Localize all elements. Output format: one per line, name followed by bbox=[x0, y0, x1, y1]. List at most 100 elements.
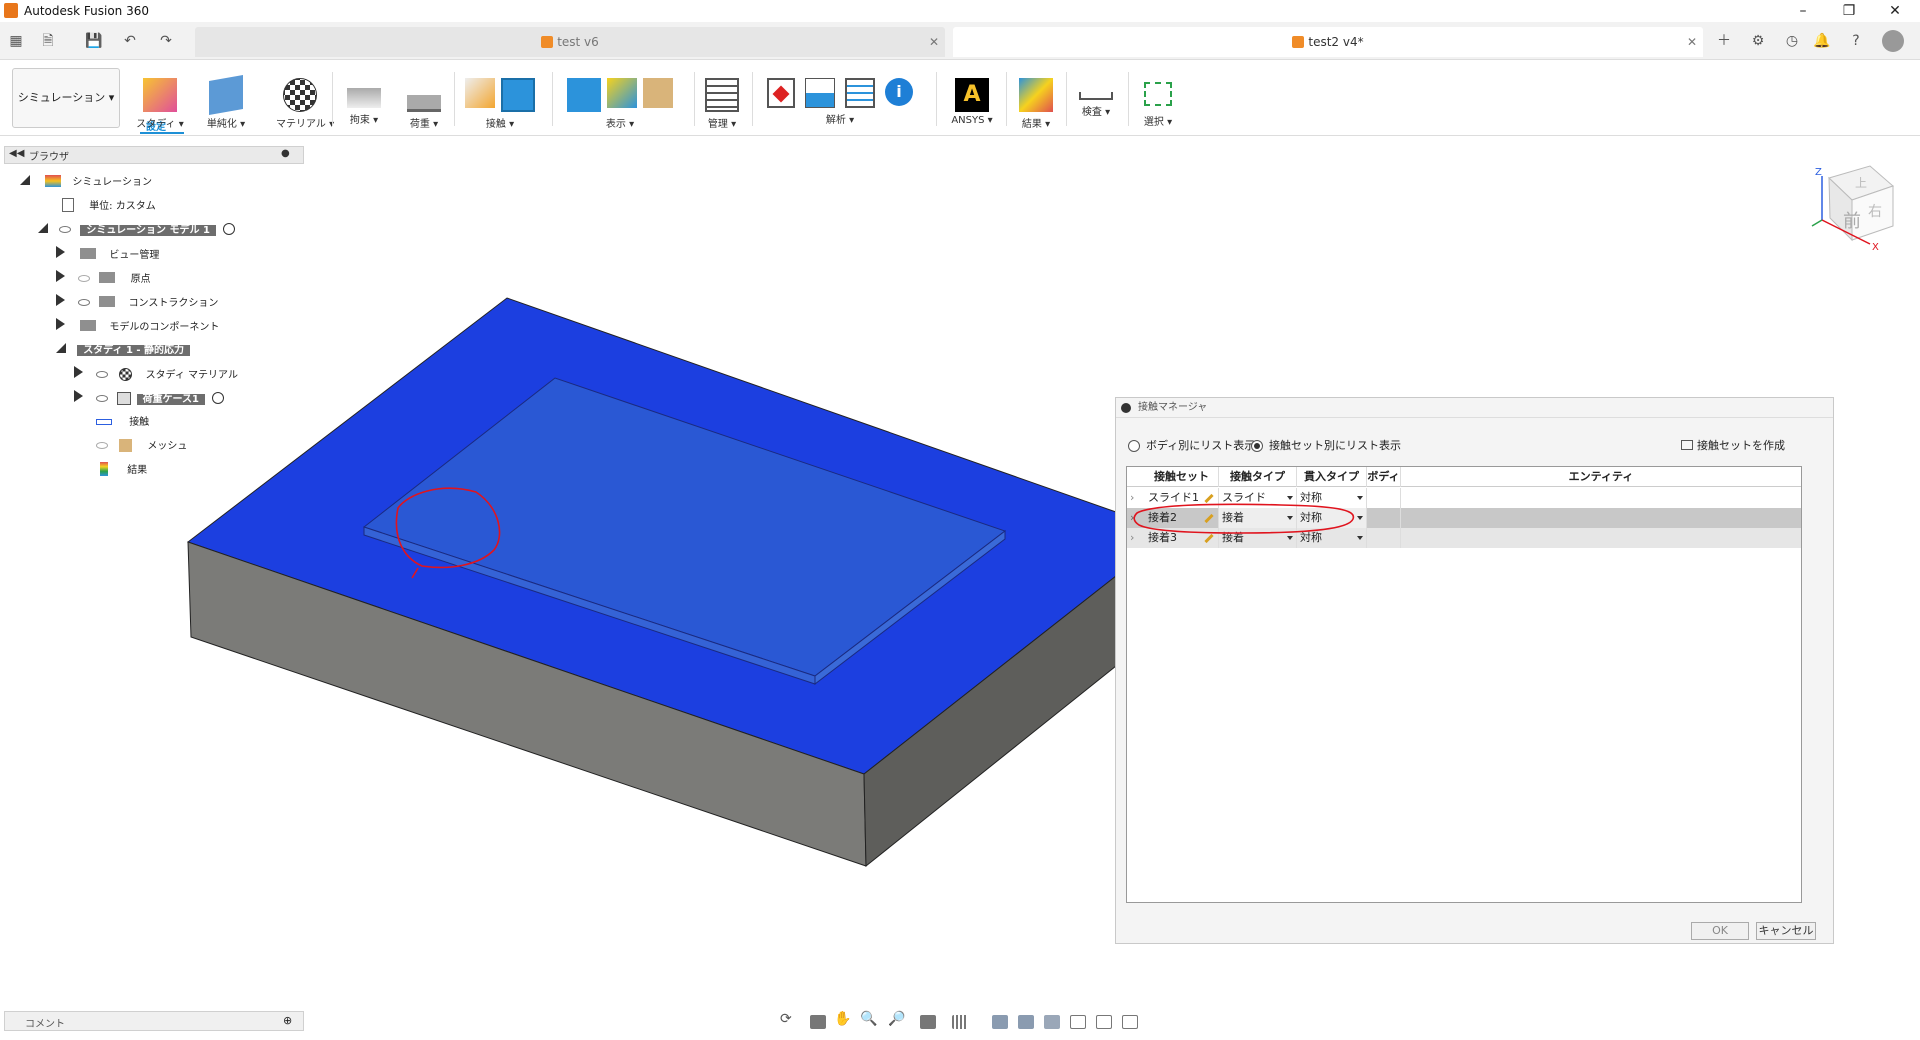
expand-triangle-icon[interactable] bbox=[74, 390, 83, 402]
job-status-icon[interactable]: ◷ bbox=[1780, 30, 1804, 52]
loads-group[interactable]: 荷重 ▾ bbox=[400, 66, 448, 130]
orbit-icon[interactable]: ⟳ bbox=[780, 1011, 796, 1027]
dialog-title[interactable]: 接触マネージャ bbox=[1116, 398, 1833, 418]
tree-node-simulation[interactable]: シミュレーション bbox=[20, 174, 152, 192]
simplify-group[interactable]: 単純化 ▾ bbox=[202, 66, 250, 130]
create-contact-set-button[interactable]: 接触セットを作成 bbox=[1681, 438, 1785, 454]
tree-node-named-views[interactable]: ビュー管理 bbox=[56, 246, 159, 264]
ortho-view-icon[interactable] bbox=[1122, 1015, 1138, 1029]
collapse-triangle-icon[interactable] bbox=[38, 223, 48, 233]
tree-node-construction[interactable]: コンストラクション bbox=[56, 294, 218, 312]
collapse-dialog-icon[interactable] bbox=[1121, 403, 1131, 413]
select-group[interactable]: 選択 ▾ bbox=[1134, 66, 1182, 128]
tree-node-study-materials[interactable]: スタディ マテリアル bbox=[74, 366, 238, 384]
edit-pencil-icon[interactable] bbox=[1204, 493, 1214, 504]
browser-panel-header[interactable]: ◀◀ ブラウザ ● bbox=[4, 146, 304, 164]
comments-panel[interactable]: コメント ⊕ bbox=[4, 1011, 304, 1031]
visibility-eye-icon[interactable] bbox=[78, 299, 91, 306]
expand-triangle-icon[interactable] bbox=[56, 246, 65, 258]
minimize-button[interactable]: – bbox=[1780, 0, 1826, 22]
radio-button[interactable] bbox=[1128, 440, 1140, 452]
results-group[interactable]: 結果 ▾ bbox=[1012, 66, 1060, 130]
tree-node-units[interactable]: 単位: カスタム bbox=[62, 198, 156, 216]
extensions-icon[interactable]: ⚙ bbox=[1746, 30, 1770, 52]
column-header-body[interactable]: ボディ bbox=[1367, 467, 1401, 487]
shaded-view-icon[interactable] bbox=[992, 1015, 1008, 1029]
visibility-eye-icon[interactable] bbox=[96, 371, 109, 378]
row-body-cell[interactable] bbox=[1367, 508, 1401, 528]
close-window-button[interactable]: ✕ bbox=[1872, 0, 1918, 22]
material-group[interactable]: マテリアル ▾ bbox=[276, 66, 334, 130]
model-body[interactable] bbox=[186, 297, 1117, 868]
visible-edges-view-icon[interactable] bbox=[1096, 1015, 1112, 1029]
radio-button-selected[interactable] bbox=[1251, 440, 1263, 452]
constraints-group[interactable]: 拘束 ▾ bbox=[340, 66, 388, 126]
inspect-group[interactable]: 検査 ▾ bbox=[1072, 66, 1120, 118]
column-header-set[interactable]: 接触セット bbox=[1145, 467, 1219, 487]
hidden-eye-icon[interactable] bbox=[96, 442, 108, 449]
pin-browser-icon[interactable]: ● bbox=[281, 148, 290, 159]
study-group[interactable]: スタディ ▾ bbox=[136, 66, 184, 130]
new-tab-icon[interactable]: ＋ bbox=[1712, 30, 1736, 52]
ansys-group[interactable]: A ANSYS ▾ bbox=[946, 66, 998, 126]
expand-triangle-icon[interactable] bbox=[56, 294, 65, 306]
redo-icon[interactable]: ↷ bbox=[154, 30, 178, 52]
column-header-type[interactable]: 接触タイプ bbox=[1219, 467, 1297, 487]
visibility-eye-icon[interactable] bbox=[96, 395, 109, 402]
row-body-cell[interactable] bbox=[1367, 488, 1401, 508]
tree-node-origin[interactable]: 原点 bbox=[56, 270, 151, 288]
collapse-triangle-icon[interactable] bbox=[20, 175, 30, 185]
workspace-switcher-button[interactable]: シミュレーション ▾ bbox=[12, 68, 120, 128]
tree-node-study-1[interactable]: スタディ 1 - 静的応力 bbox=[56, 342, 191, 360]
grid-settings-icon[interactable] bbox=[952, 1015, 968, 1029]
avatar[interactable] bbox=[1882, 30, 1904, 52]
contacts-group[interactable]: 接触 ▾ bbox=[462, 66, 538, 130]
manage-group[interactable]: 管理 ▾ bbox=[698, 66, 746, 130]
collapse-triangle-icon[interactable] bbox=[56, 343, 66, 353]
grid-menu-icon[interactable]: ▦ bbox=[4, 30, 28, 52]
edit-pencil-icon[interactable] bbox=[1204, 533, 1214, 544]
activate-radio-icon[interactable] bbox=[212, 392, 225, 404]
hidden-eye-icon[interactable] bbox=[78, 275, 91, 282]
zoom-icon[interactable]: 🔍 bbox=[860, 1011, 877, 1027]
pan-hand-icon[interactable]: ✋ bbox=[834, 1011, 851, 1027]
tab-test-v6[interactable]: test v6 ✕ bbox=[195, 27, 945, 57]
add-comment-icon[interactable]: ⊕ bbox=[283, 1014, 292, 1027]
close-tab-icon[interactable]: ✕ bbox=[929, 27, 939, 57]
undo-icon[interactable]: ↶ bbox=[118, 30, 142, 52]
save-icon[interactable]: 💾 bbox=[82, 30, 106, 52]
notifications-icon[interactable]: 🔔 bbox=[1810, 30, 1834, 52]
tree-node-mesh[interactable]: メッシュ bbox=[96, 438, 187, 456]
file-menu-icon[interactable]: 🗎 bbox=[36, 30, 60, 52]
expand-triangle-icon[interactable] bbox=[74, 366, 83, 378]
tree-node-simulation-model[interactable]: シミュレーション モデル 1 bbox=[38, 222, 236, 240]
radio-list-by-body[interactable]: ボディ別にリスト表示 bbox=[1128, 438, 1255, 454]
hidden-edges-view-icon[interactable] bbox=[1044, 1015, 1060, 1029]
expand-triangle-icon[interactable] bbox=[56, 270, 65, 282]
collapse-browser-icon[interactable]: ◀◀ bbox=[9, 148, 24, 159]
row-body-cell[interactable] bbox=[1367, 528, 1401, 548]
visibility-eye-icon[interactable] bbox=[59, 226, 72, 233]
tree-node-load-case[interactable]: 荷重ケース1 bbox=[74, 390, 225, 408]
tree-node-model-components[interactable]: モデルのコンポーネント bbox=[56, 318, 219, 336]
tree-node-contacts[interactable]: 接触 bbox=[96, 414, 149, 432]
shaded-edges-view-icon[interactable] bbox=[1018, 1015, 1034, 1029]
cancel-button[interactable]: キャンセル bbox=[1756, 922, 1816, 940]
ok-button[interactable]: OK bbox=[1691, 922, 1749, 940]
radio-list-by-set[interactable]: 接触セット別にリスト表示 bbox=[1251, 438, 1401, 454]
solve-group[interactable]: i 解析 ▾ bbox=[760, 66, 920, 126]
display-settings-icon[interactable] bbox=[920, 1015, 936, 1029]
help-icon[interactable]: ? bbox=[1844, 30, 1868, 52]
display-group[interactable]: 表示 ▾ bbox=[560, 66, 680, 130]
tab-test2-v4[interactable]: test2 v4* ✕ bbox=[953, 27, 1703, 57]
column-header-entity[interactable]: エンティティ bbox=[1401, 467, 1801, 487]
fit-icon[interactable]: 🔎 bbox=[888, 1011, 905, 1027]
tree-node-results[interactable]: 結果 bbox=[100, 462, 147, 480]
column-header-penetration[interactable]: 貫入タイプ bbox=[1297, 467, 1367, 487]
expand-triangle-icon[interactable] bbox=[56, 318, 65, 330]
close-tab-icon[interactable]: ✕ bbox=[1687, 27, 1697, 57]
look-at-icon[interactable] bbox=[810, 1015, 826, 1029]
maximize-button[interactable]: ❐ bbox=[1826, 0, 1872, 22]
activate-radio-icon[interactable] bbox=[223, 223, 236, 235]
wireframe-view-icon[interactable] bbox=[1070, 1015, 1086, 1029]
